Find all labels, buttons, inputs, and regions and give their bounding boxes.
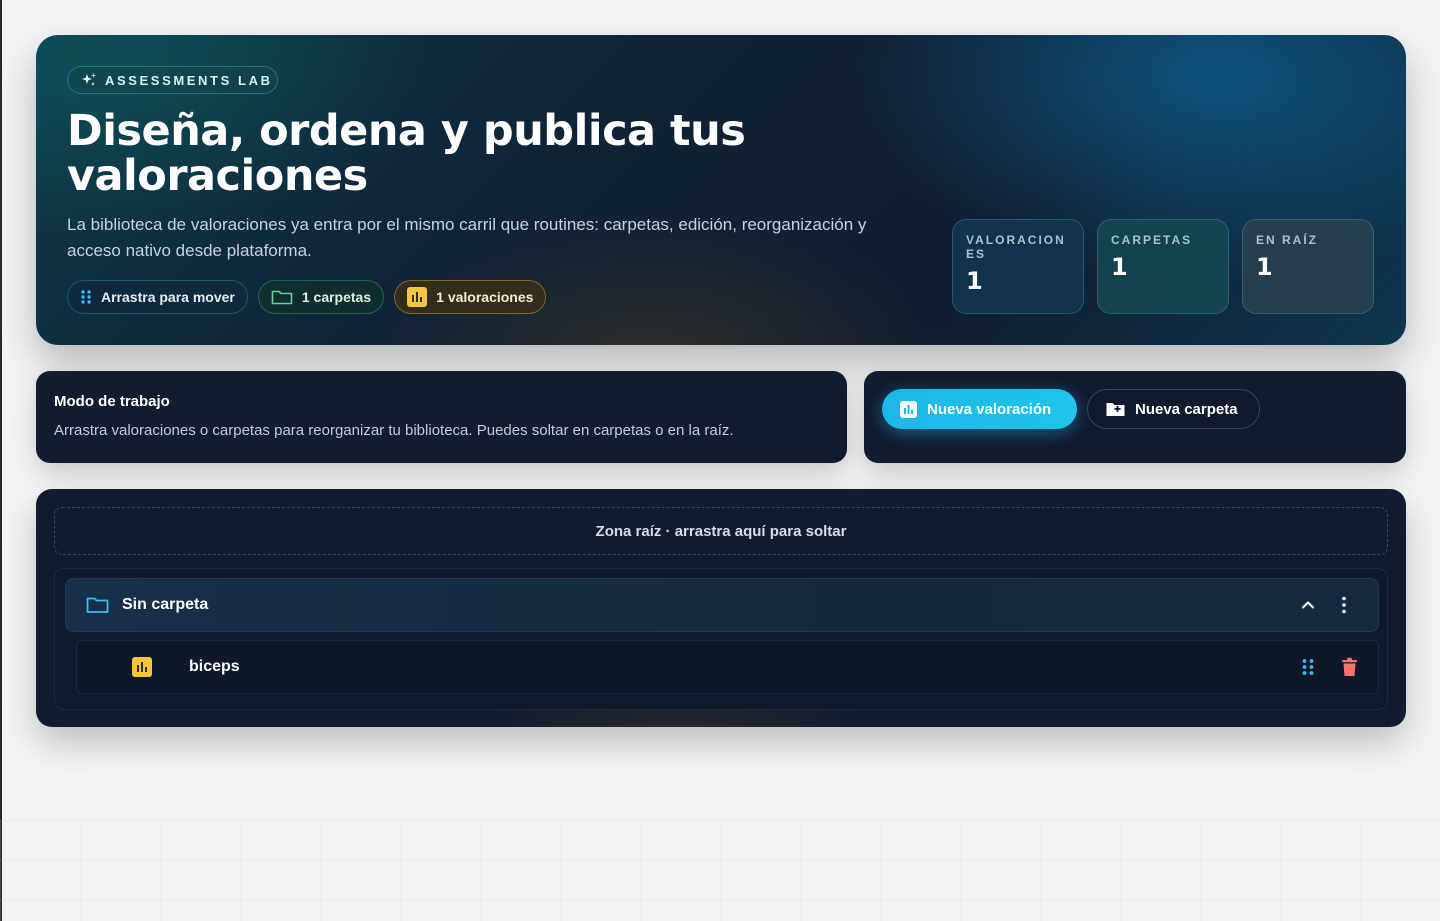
page-title: Diseña, ordena y publica tus valoracione… [67, 106, 746, 201]
hero-description: La biblioteca de valoraciones ya entra p… [67, 215, 867, 260]
grip-icon [80, 289, 92, 305]
more-vertical-icon[interactable] [1336, 596, 1352, 614]
badge-label: ASSESSMENTS LAB [105, 72, 273, 88]
library-panel: Zona raíz · arrastra aquí para soltar Si… [36, 489, 1406, 727]
assessment-row[interactable]: biceps [76, 640, 1379, 694]
new-folder-button[interactable]: Nueva carpeta [1087, 389, 1260, 429]
root-drop-zone[interactable]: Zona raíz · arrastra aquí para soltar [54, 507, 1388, 555]
assessments-count-chip: 1 valoraciones [394, 280, 547, 314]
actions-card: Nueva valoración Nueva carpeta [864, 371, 1406, 463]
assessments-lab-badge: ASSESSMENTS LAB [67, 66, 278, 94]
bar-chart-icon [407, 287, 428, 307]
stats-group: VALORACION ES 1 CARPETAS 1 EN RAÍZ 1 [952, 219, 1374, 314]
assessment-name[interactable]: biceps [189, 658, 240, 676]
stat-assessments: VALORACION ES 1 [952, 219, 1084, 314]
hero-chips: Arrastra para mover 1 carpetas 1 valorac… [67, 280, 547, 314]
folder-header[interactable]: Sin carpeta [65, 578, 1379, 632]
new-assessment-button[interactable]: Nueva valoración [882, 389, 1077, 429]
stat-label: VALORACION ES [966, 233, 1066, 261]
new-folder-label: Nueva carpeta [1135, 400, 1238, 418]
hero-banner: ASSESSMENTS LAB Diseña, ordena y publica… [36, 35, 1406, 345]
sparkles-icon [81, 72, 97, 88]
chevron-up-icon[interactable] [1300, 597, 1316, 613]
folders-count-chip: 1 carpetas [257, 280, 385, 314]
bar-chart-icon [132, 657, 152, 677]
window-edge [0, 0, 2, 921]
stat-root: EN RAÍZ 1 [1242, 219, 1374, 314]
folders-chip-label: 1 carpetas [301, 289, 372, 305]
drag-to-move-chip: Arrastra para mover [67, 280, 248, 314]
grip-icon[interactable] [1301, 658, 1315, 676]
work-mode-card: Modo de trabajo Arrastra valoraciones o … [36, 371, 847, 463]
stat-value: 1 [1256, 253, 1273, 281]
folder-icon [86, 596, 109, 614]
drag-chip-label: Arrastra para mover [101, 289, 235, 305]
work-mode-description: Arrastra valoraciones o carpetas para re… [54, 422, 734, 439]
background-grid [0, 820, 1440, 921]
work-mode-title: Modo de trabajo [54, 393, 170, 410]
trash-icon[interactable] [1341, 657, 1358, 677]
folder-group: Sin carpeta biceps [54, 568, 1388, 710]
new-assessment-label: Nueva valoración [927, 400, 1052, 418]
stat-value: 1 [966, 267, 983, 295]
folder-controls [1300, 596, 1352, 614]
folder-icon [271, 289, 293, 305]
item-controls [1301, 657, 1358, 677]
stat-label: EN RAÍZ [1256, 233, 1318, 247]
stat-folders: CARPETAS 1 [1097, 219, 1229, 314]
folder-plus-icon [1106, 401, 1125, 417]
stat-label: CARPETAS [1111, 233, 1193, 247]
assessments-chip-label: 1 valoraciones [436, 289, 534, 305]
bar-chart-icon [900, 400, 917, 418]
folder-name: Sin carpeta [122, 596, 209, 613]
stat-value: 1 [1111, 253, 1128, 281]
